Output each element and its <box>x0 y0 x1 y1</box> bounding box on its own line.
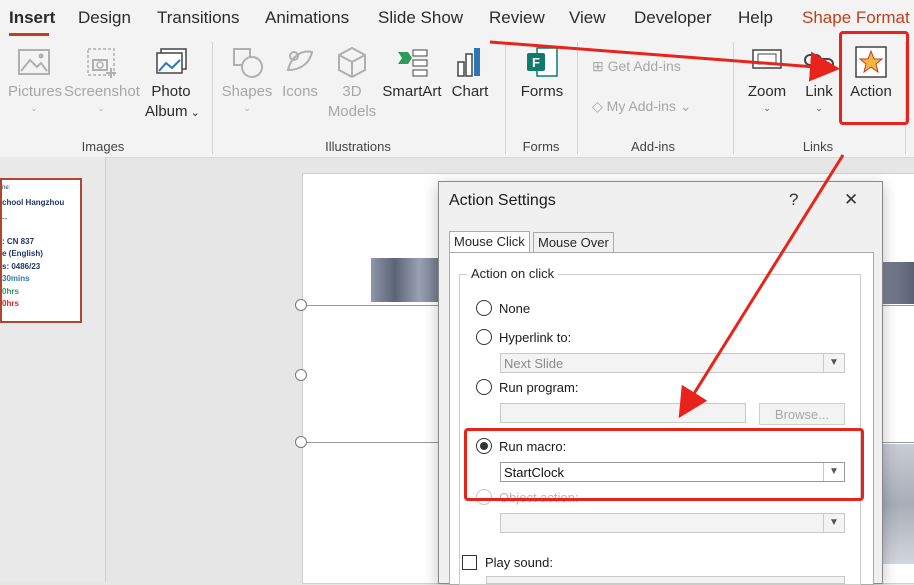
annotation-arrows <box>489 40 845 419</box>
arrow-to-run-macro <box>678 154 845 419</box>
arrow-to-action <box>489 40 840 82</box>
